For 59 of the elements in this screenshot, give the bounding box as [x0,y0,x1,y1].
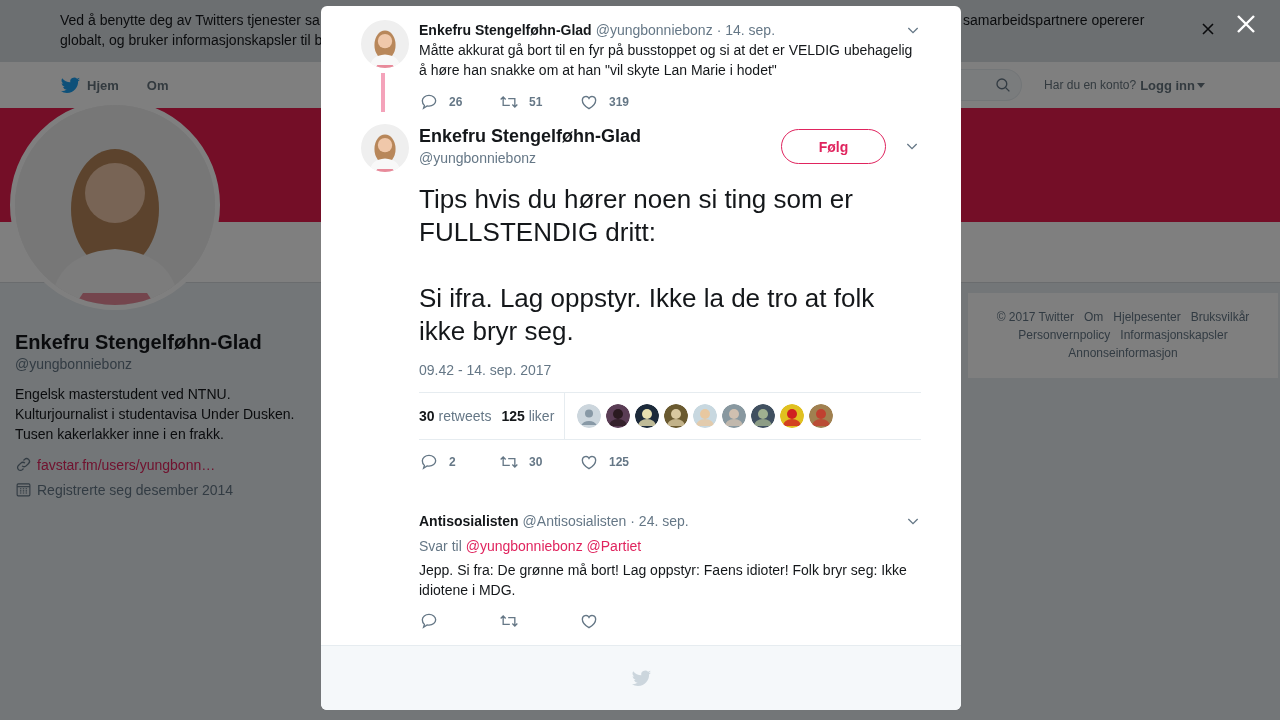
login-link[interactable]: Logg inn [1140,77,1205,93]
user-handle[interactable]: @yungbonniebonz [595,20,713,40]
nav-link[interactable]: Om [146,77,169,93]
tweet-text: Tips hvis du hører noen si ting som er FULLSTENDIG dritt: [419,183,854,249]
profile-handle: @yungbonniebonz [15,356,133,372]
link-icon [15,456,32,473]
avatar[interactable] [751,404,776,428]
calendar-icon [15,481,32,498]
account-prompt: Har du en konto? [1044,78,1137,92]
tweet-text: Si ifra. Lag oppstyr. Ikke la de tro at folk ikke bryr seg. [419,282,876,348]
reply-icon[interactable] [419,92,439,112]
like-count: 319 [609,95,630,109]
reply-icon[interactable] [419,611,439,631]
profile-name: Enkefru Stengelføhn-Glad [15,330,263,355]
avatar[interactable] [635,404,660,428]
follow-button[interactable]: Følg [781,129,886,164]
mention-link[interactable]: @yungbonniebonz [465,538,583,554]
footer-link[interactable]: Annonseinformasjon [1068,344,1178,362]
reply-context: Svar til @yungbonniebonz @Partiet [419,537,643,556]
like-count: 125 [609,455,630,469]
nav-link[interactable]: Hjem [60,74,119,96]
user-name[interactable]: Enkefru Stengelføhn-Glad [419,20,592,40]
caret-icon[interactable] [1197,82,1205,88]
footer-link[interactable]: Hjelpesenter [1113,308,1181,326]
profile-bio: Engelsk masterstudent ved NTNU. [15,385,232,404]
tweet-text: Måtte akkurat gå bort til en fyr på busstoppet og si at det er VELDIG ubehagelig å høre han snakke om at han "vil skyte Lan Marie i hodet" [419,41,914,80]
avatar[interactable] [664,404,689,428]
reply-count: 2 [449,455,456,469]
retweet-count: 30 [529,455,543,469]
join-date: Registrerte seg desember 2014 [37,481,234,498]
cookie-notice-text: samarbeidspartnere opererer [963,12,1145,28]
cookie-notice-text: Ved å benytte deg av Twitters tjenester sa [60,11,321,30]
footer-link[interactable]: © 2017 Twitter [996,308,1074,326]
footer-link[interactable]: Informasjonskapsler [1120,326,1228,344]
user-handle[interactable]: @Antisosialisten [522,511,627,531]
footer-link[interactable]: Om [1083,308,1104,326]
reply-icon[interactable] [419,452,439,472]
tweet-text: Jepp. Si fra: De grønne må bort! Lag oppstyr: Faens idioter! Folk bryr seg: Ikke idiotene i MDG. [419,561,908,600]
user-handle[interactable]: @yungbonniebonz [419,148,641,168]
close-icon[interactable] [1201,22,1215,36]
bird-icon [630,667,652,689]
profile-bio: Kulturjournalist i studentavisa Under Dusken. [15,405,295,424]
bird-icon [60,74,81,96]
reply-count: 26 [449,95,463,109]
profile-link[interactable]: favstar.fm/users/yungbonn… [37,456,216,473]
avatar[interactable] [606,404,631,428]
footer-link[interactable]: Personvernpolicy [1018,326,1111,344]
stat-link[interactable]: 125 liker [501,408,555,424]
tweet-date[interactable]: · 14. sep. [716,20,776,40]
search-field[interactable] [961,69,1023,101]
retweet-count: 51 [529,95,543,109]
tweet-date[interactable]: · 24. sep. [630,511,689,531]
tweet-timestamp: 09.42 - 14. sep. 2017 [419,361,553,380]
profile-bio: Tusen kakerlakker inne i en frakk. [15,425,225,444]
user-name[interactable]: Enkefru Stengelføhn-Glad [419,124,641,148]
stat-link[interactable]: 30 retweets [419,408,492,424]
footer-link[interactable]: Bruksvilkår [1190,308,1250,326]
mention-link[interactable]: @Partiet [586,538,642,554]
user-name[interactable]: Antisosialisten [419,511,519,531]
